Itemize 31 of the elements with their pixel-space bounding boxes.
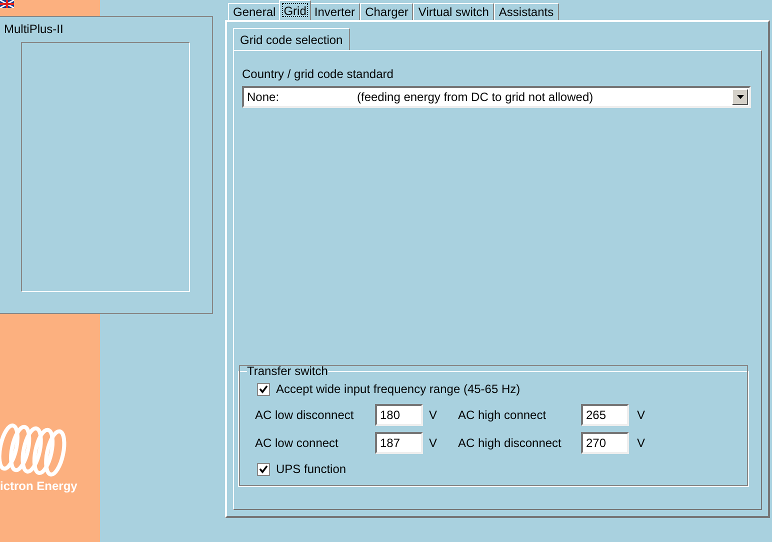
unit-label: V: [637, 436, 646, 450]
grid-code-dropdown[interactable]: None: (feeding energy from DC to grid not allowed): [242, 86, 751, 108]
field-label: AC high disconnect: [458, 436, 562, 450]
tab[interactable]: Charger: [360, 3, 414, 20]
tab[interactable]: General: [228, 3, 281, 20]
checkbox[interactable]: [257, 382, 270, 396]
unit-label: V: [429, 408, 438, 422]
tab[interactable]: Grid: [278, 0, 312, 20]
tab[interactable]: Virtual switch: [413, 3, 494, 20]
field-label: AC low disconnect: [255, 408, 355, 422]
dropdown-value: None:: [247, 90, 280, 104]
field-label: AC high connect: [458, 408, 548, 422]
flag-icon[interactable]: [0, 0, 14, 8]
tab[interactable]: Grid code selection: [233, 28, 350, 50]
checkbox[interactable]: [257, 462, 270, 476]
tab[interactable]: Assistants: [494, 3, 559, 20]
input-field[interactable]: 180: [375, 404, 423, 426]
input-field[interactable]: 270: [581, 432, 629, 454]
unit-label: V: [637, 408, 646, 422]
checkbox-label: Accept wide input frequency range (45-65 Hz): [276, 382, 520, 396]
dropdown-description: (feeding energy from DC to grid not allowed): [357, 90, 594, 104]
input-field[interactable]: 265: [581, 404, 629, 426]
field-label: Country / grid code standard: [242, 67, 394, 81]
unit-label: V: [429, 436, 438, 450]
input-field[interactable]: 187: [375, 432, 423, 454]
checkbox-label: UPS function: [276, 462, 346, 476]
field-label: AC low connect: [255, 436, 340, 450]
device-name: MultiPlus-II: [4, 22, 64, 36]
tab[interactable]: Inverter: [309, 3, 360, 20]
group-title: Transfer switch: [247, 364, 328, 378]
logo-text: ictron Energy: [0, 479, 78, 493]
